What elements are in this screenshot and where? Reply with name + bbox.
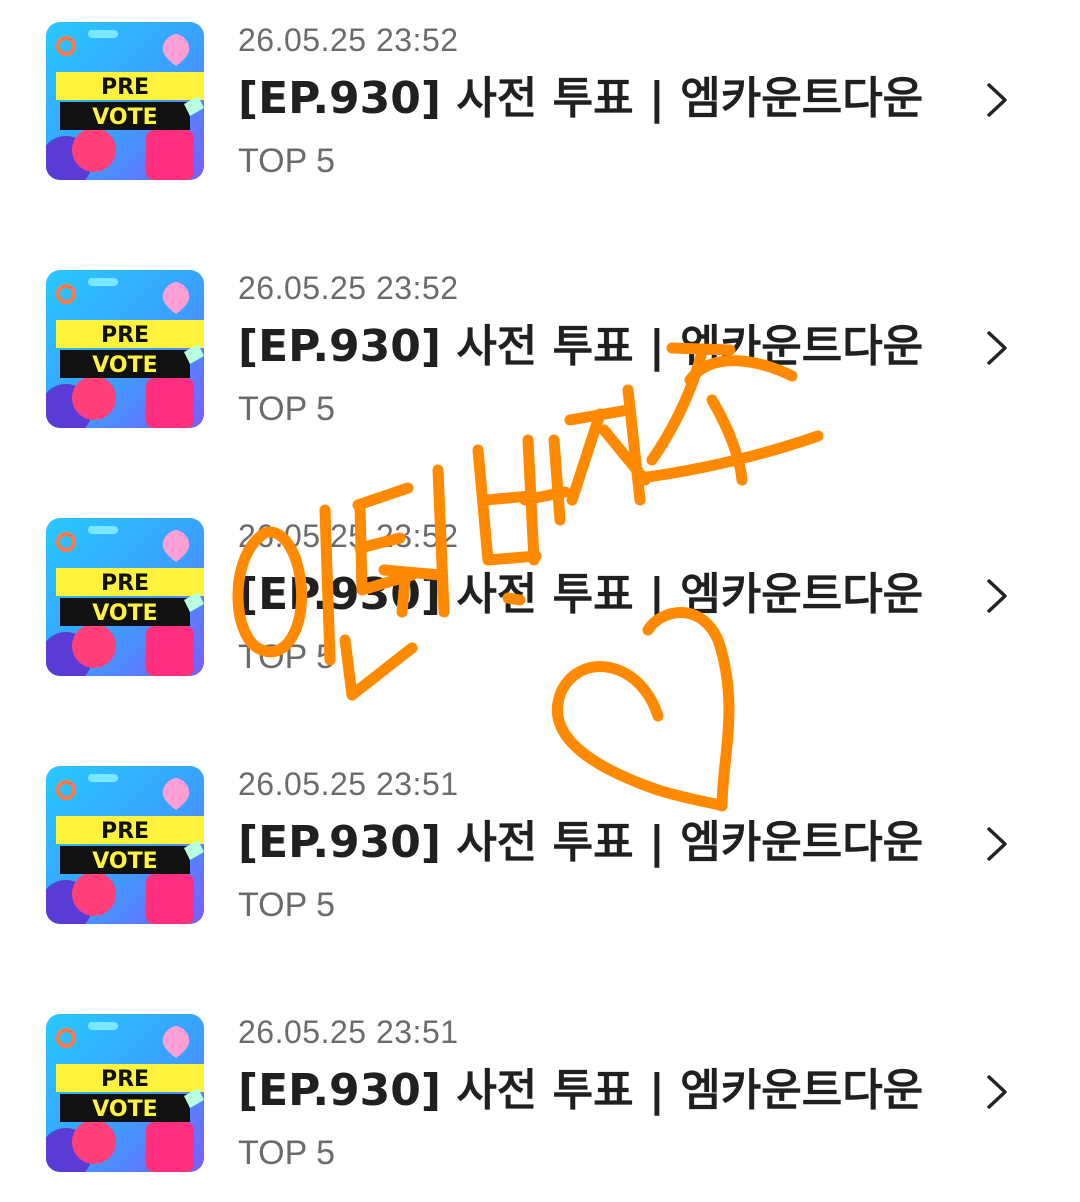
chevron-right-icon[interactable]: [982, 328, 1012, 368]
chevron-right-icon[interactable]: [982, 1072, 1012, 1112]
chevron-right-icon[interactable]: [982, 80, 1012, 120]
timestamp: 26.05.25 23:52: [238, 270, 459, 306]
timestamp: 26.05.25 23:52: [238, 518, 459, 554]
timestamp: 26.05.25 23:51: [238, 1014, 459, 1050]
thumb-text-bottom: VOTE: [92, 105, 157, 130]
pre-vote-thumbnail: PRE VOTE: [46, 766, 204, 924]
item-subtitle: TOP 5: [238, 886, 336, 924]
timestamp: 26.05.25 23:51: [238, 766, 459, 802]
list-item[interactable]: PRE VOTE 26.05.25 23:52 [EP.930] 사전 투표 |…: [0, 496, 1080, 706]
list-item[interactable]: PRE VOTE 26.05.25 23:51 [EP.930] 사전 투표 |…: [0, 992, 1080, 1202]
item-subtitle: TOP 5: [238, 1134, 336, 1172]
pre-vote-thumbnail: PRE VOTE: [46, 270, 204, 428]
thumb-text-bottom: VOTE: [92, 353, 157, 378]
thumb-text-top: PRE: [101, 1067, 149, 1092]
item-title: [EP.930] 사전 투표 | 엠카운트다운: [238, 73, 924, 124]
list-item[interactable]: PRE VOTE 26.05.25 23:52 [EP.930] 사전 투표 |…: [0, 248, 1080, 458]
list-item[interactable]: PRE VOTE 26.05.25 23:52 [EP.930] 사전 투표 |…: [0, 0, 1080, 210]
item-title: [EP.930] 사전 투표 | 엠카운트다운: [238, 1065, 924, 1116]
pre-vote-thumbnail: PRE VOTE: [46, 518, 204, 676]
chevron-right-icon[interactable]: [982, 824, 1012, 864]
item-title: [EP.930] 사전 투표 | 엠카운트다운: [238, 321, 924, 372]
list-item[interactable]: PRE VOTE 26.05.25 23:51 [EP.930] 사전 투표 |…: [0, 744, 1080, 954]
thumb-text-top: PRE: [101, 75, 149, 100]
item-subtitle: TOP 5: [238, 390, 336, 428]
timestamp: 26.05.25 23:52: [238, 22, 459, 58]
pre-vote-thumbnail: PRE VOTE: [46, 1014, 204, 1172]
thumb-text-bottom: VOTE: [92, 1097, 157, 1122]
pre-vote-thumbnail: PRE VOTE: [46, 22, 204, 180]
thumb-text-top: PRE: [101, 323, 149, 348]
thumb-text-bottom: VOTE: [92, 601, 157, 626]
item-title: [EP.930] 사전 투표 | 엠카운트다운: [238, 817, 924, 868]
thumb-text-bottom: VOTE: [92, 849, 157, 874]
item-subtitle: TOP 5: [238, 142, 336, 180]
thumb-text-top: PRE: [101, 819, 149, 844]
thumb-text-top: PRE: [101, 571, 149, 596]
item-subtitle: TOP 5: [238, 638, 336, 676]
item-title: [EP.930] 사전 투표 | 엠카운트다운: [238, 569, 924, 620]
vote-history-list: PRE VOTE 26.05.25 23:52 [EP.930] 사전 투표 |…: [0, 0, 1080, 1196]
chevron-right-icon[interactable]: [982, 576, 1012, 616]
